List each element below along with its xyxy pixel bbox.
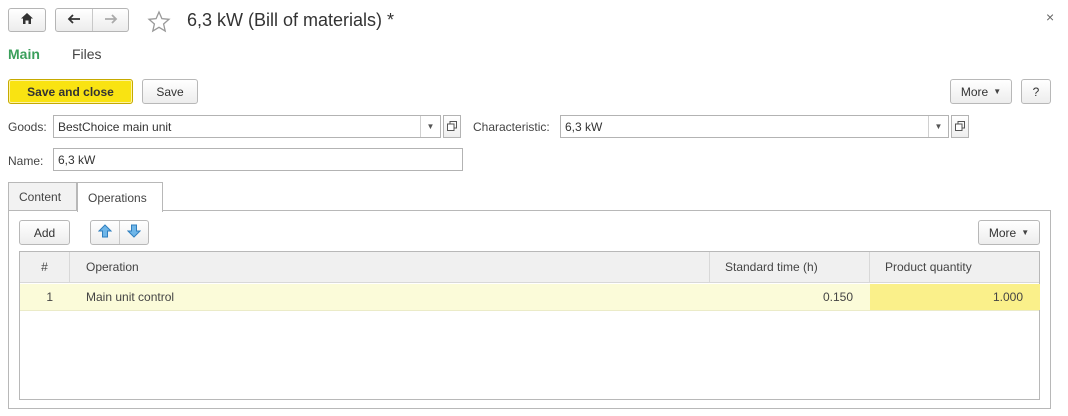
save-and-close-button[interactable]: Save and close	[8, 79, 133, 104]
column-header-standard-time[interactable]: Standard time (h)	[710, 252, 870, 282]
tab-content[interactable]: Content	[8, 182, 77, 211]
characteristic-open-button[interactable]	[951, 115, 969, 138]
open-window-icon	[447, 120, 457, 134]
arrow-up-icon	[97, 224, 113, 241]
operations-more-button[interactable]: More ▼	[978, 220, 1040, 245]
forward-button[interactable]	[92, 9, 128, 31]
arrow-left-icon	[67, 13, 81, 27]
table-row[interactable]: 1 Main unit control 0.150 1.000	[20, 284, 1040, 311]
save-button[interactable]: Save	[142, 79, 198, 104]
arrow-down-icon	[126, 224, 142, 241]
table-header: # Operation Standard time (h) Product qu…	[20, 252, 1039, 283]
more-button[interactable]: More ▼	[950, 79, 1012, 104]
move-up-button[interactable]	[91, 221, 119, 244]
dropdown-icon[interactable]: ▼	[420, 116, 440, 137]
name-label: Name:	[8, 154, 44, 168]
cell-number: 1	[46, 290, 53, 304]
characteristic-label: Characteristic:	[473, 120, 550, 134]
chevron-down-icon: ▼	[1021, 228, 1030, 237]
chevron-down-icon: ▼	[993, 87, 1002, 96]
home-icon	[20, 12, 34, 28]
goods-open-button[interactable]	[443, 115, 461, 138]
characteristic-field[interactable]: 6,3 kW ▼	[560, 115, 949, 138]
name-value: 6,3 kW	[58, 152, 96, 167]
home-button[interactable]	[8, 8, 46, 32]
section-main[interactable]: Main	[8, 46, 40, 62]
close-icon[interactable]: ×	[1046, 9, 1054, 25]
dropdown-icon[interactable]: ▼	[928, 116, 948, 137]
cell-standard-time[interactable]: 0.150	[710, 284, 870, 310]
operations-table[interactable]: # Operation Standard time (h) Product qu…	[19, 251, 1040, 400]
history-nav	[55, 8, 129, 32]
favorite-button[interactable]	[147, 10, 171, 34]
star-outline-icon	[147, 10, 171, 37]
column-header-number[interactable]: #	[20, 252, 70, 282]
column-header-operation[interactable]: Operation	[70, 252, 710, 282]
back-button[interactable]	[56, 9, 92, 31]
column-header-product-quantity[interactable]: Product quantity	[870, 252, 1041, 282]
cell-operation[interactable]: Main unit control	[70, 284, 710, 310]
arrow-right-icon	[104, 13, 118, 27]
characteristic-value: 6,3 kW	[565, 119, 603, 134]
name-field[interactable]: 6,3 kW	[53, 148, 463, 171]
open-window-icon	[955, 120, 965, 134]
more-label: More	[988, 225, 1017, 240]
more-label: More	[960, 84, 989, 99]
window-title: 6,3 kW (Bill of materials) *	[187, 10, 395, 30]
goods-value: BestChoice main unit	[58, 119, 172, 134]
tab-operations[interactable]: Operations	[77, 182, 163, 212]
add-button[interactable]: Add	[19, 220, 70, 245]
help-button[interactable]: ?	[1021, 79, 1051, 104]
move-down-button[interactable]	[119, 221, 148, 244]
cell-product-quantity[interactable]: 1.000	[870, 284, 1040, 310]
goods-label: Goods:	[8, 120, 47, 134]
section-files[interactable]: Files	[72, 46, 102, 62]
move-buttons	[90, 220, 149, 245]
goods-field[interactable]: BestChoice main unit ▼	[53, 115, 441, 138]
